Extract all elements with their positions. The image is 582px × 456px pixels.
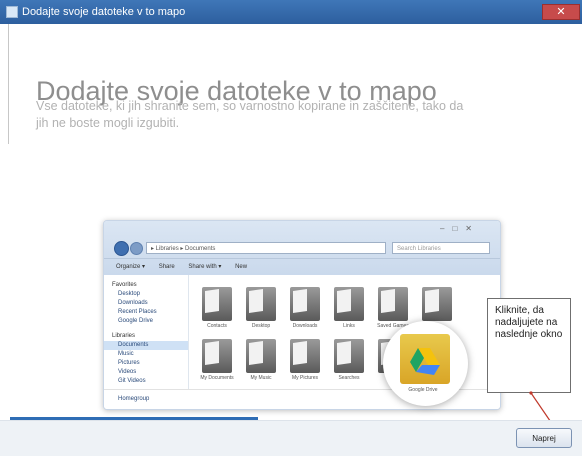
callout-arrow-icon <box>529 391 561 436</box>
next-button[interactable]: Naprej <box>516 428 572 448</box>
wizard-footer <box>0 420 582 456</box>
